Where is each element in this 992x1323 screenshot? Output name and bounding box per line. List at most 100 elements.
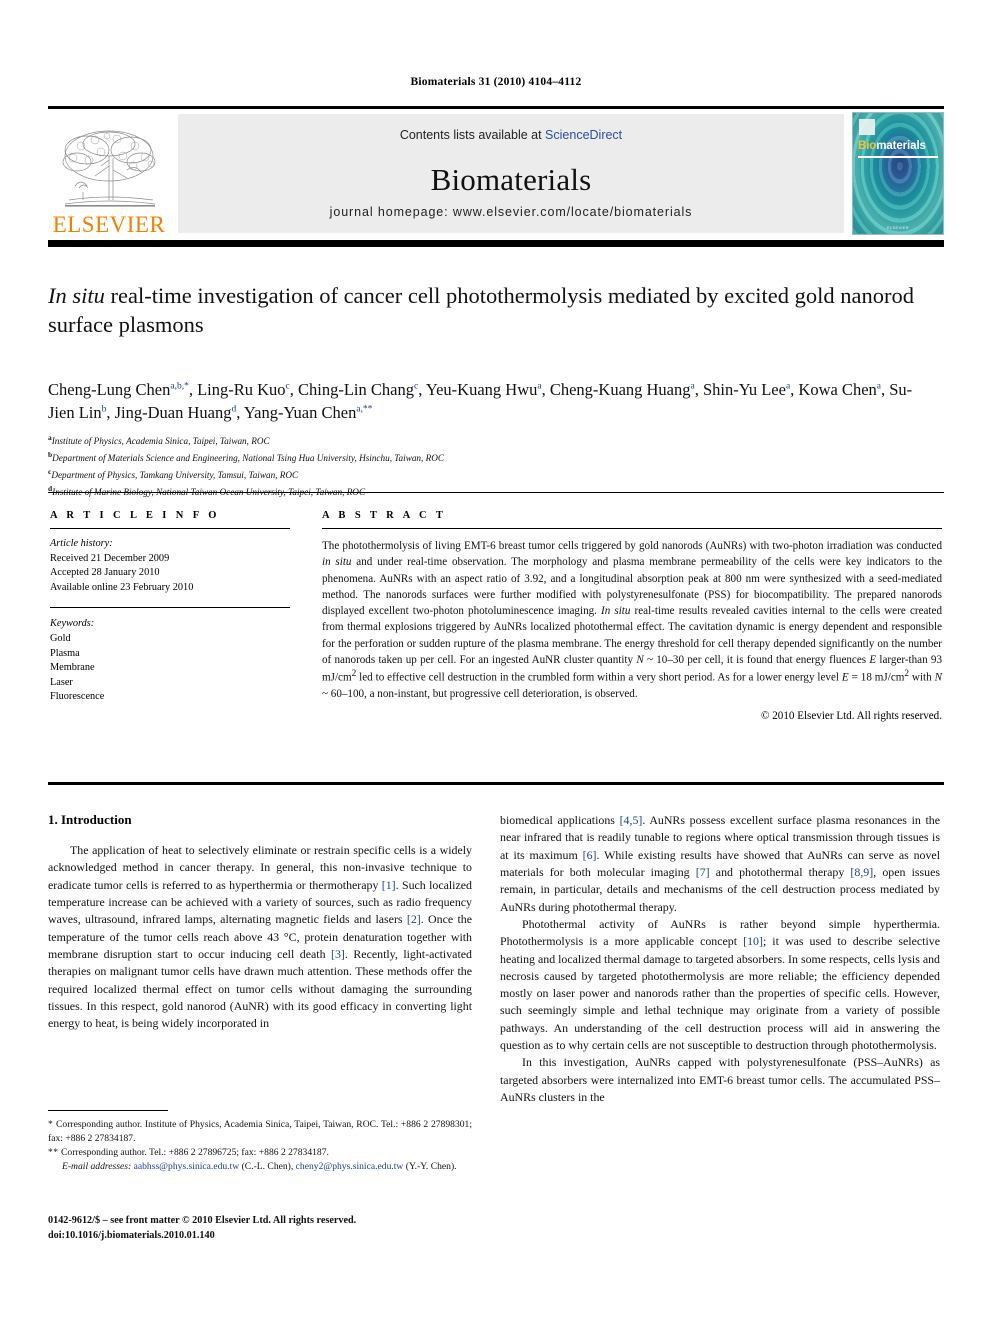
intro-paragraphs-right: biomedical applications [4,5]. AuNRs pos… (500, 812, 940, 1106)
author-affiliation-marker: a (785, 381, 791, 392)
keyword-item: Gold (50, 633, 71, 645)
author-affiliation-marker: d (231, 404, 237, 415)
article-history-block: Article history: Received 21 December 20… (50, 537, 290, 595)
author-affiliation-marker: c (285, 381, 290, 392)
author-name: Cheng-Kuang Huang (549, 380, 691, 399)
citation-link[interactable]: [1] (382, 878, 396, 892)
author-affiliation-marker: a,b,* (170, 381, 189, 392)
keyword-item: Plasma (50, 647, 80, 659)
footnote-text-2: Corresponding author. Tel.: +886 2 27896… (58, 1146, 329, 1158)
abstract-column: A B S T R A C T The photothermolysis of … (322, 510, 942, 722)
journal-homepage-line[interactable]: journal homepage: www.elsevier.com/locat… (178, 205, 844, 219)
abstract-band-bottom-rule (48, 782, 944, 785)
body-paragraph: The application of heat to selectively e… (48, 843, 472, 1031)
citation-link[interactable]: [8,9] (850, 865, 873, 879)
footnote-rule (48, 1110, 168, 1111)
abstract-italic: E (841, 671, 849, 684)
keyword-item: Laser (50, 676, 73, 688)
footnote-text-1: Corresponding author. Institute of Physi… (48, 1119, 472, 1144)
article-info-heading: A R T I C L E I N F O (50, 510, 220, 521)
abstract-italic: E (869, 653, 877, 666)
elsevier-wordmark: ELSEVIER (52, 212, 166, 237)
journal-article-page: Biomaterials 31 (2010) 4104–4112 ELSEVIE… (0, 0, 992, 1323)
title-rest: real-time investigation of cancer cell p… (48, 283, 915, 337)
history-item: Received 21 December 2009 (50, 552, 170, 564)
author-name: Ching-Lin Chang (298, 380, 414, 399)
intro-paragraphs-left: The application of heat to selectively e… (48, 842, 472, 1032)
body-paragraph: biomedical applications [4,5]. AuNRs pos… (500, 813, 941, 914)
author-affiliation-marker: a (690, 381, 695, 392)
keywords-block: Keywords: Gold Plasma Membrane Laser Flu… (50, 617, 290, 705)
citation-link[interactable]: [10] (743, 934, 763, 948)
footnote-corresponding-author-2: ** Corresponding author. Tel.: +886 2 27… (48, 1146, 472, 1160)
journal-title: Biomaterials (430, 162, 592, 197)
abstract-text: The photothermolysis of living EMT-6 bre… (322, 540, 943, 700)
abstract-italic: In situ (601, 605, 631, 617)
abstract-band-top-rule (48, 492, 944, 493)
email-addresses-label: E-mail addresses: (62, 1160, 132, 1172)
cover-title: Biomaterials (858, 140, 926, 152)
abstract-heading: A B S T R A C T (322, 510, 447, 521)
abstract-italic: N (934, 671, 942, 684)
masthead-bottom-rule (48, 240, 944, 247)
contents-prefix: Contents lists available at (399, 128, 546, 142)
imprint-issn-line: 0142-9612/$ – see front matter © 2010 El… (48, 1215, 357, 1226)
abstract-rule (322, 528, 942, 529)
footnote-emails: E-mail addresses: aabhss@phys.sinica.edu… (48, 1160, 472, 1174)
abstract-italic: in situ (322, 556, 352, 569)
article-info-rule (50, 528, 290, 529)
journal-masthead: ELSEVIER Contents lists available at Sci… (48, 106, 944, 238)
affiliation-item: cDepartment of Physics, Tamkang Universi… (48, 466, 299, 480)
keywords-label: Keywords: (50, 618, 95, 630)
author-list: Cheng-Lung Chena,b,*, Ling-Ru Kuoc, Chin… (48, 380, 913, 423)
abstract-copyright: © 2010 Elsevier Ltd. All rights reserved… (761, 710, 942, 723)
author-name: Cheng-Lung Chen (48, 380, 171, 399)
history-item: Available online 23 February 2010 (50, 581, 194, 593)
affiliation-marker: c (48, 466, 52, 476)
author-name: Yang-Yuan Chen (243, 403, 357, 423)
history-item: Accepted 28 January 2010 (50, 567, 160, 579)
keyword-item: Membrane (50, 662, 95, 674)
email-link-1[interactable]: aabhss@phys.sinica.edu.tw (134, 1161, 240, 1172)
footnote-corresponding-author-1: * Corresponding author. Institute of Phy… (48, 1118, 472, 1146)
cover-title-bio: Bio (858, 140, 877, 152)
journal-header-panel: Contents lists available at ScienceDirec… (178, 114, 844, 233)
section-title-introduction: 1. Introduction (48, 812, 132, 827)
email-link-2[interactable]: cheny2@phys.sinica.edu.tw (296, 1161, 404, 1172)
affiliation-marker: b (48, 449, 53, 459)
affiliation-item: aInstitute of Physics, Academia Sinica, … (48, 433, 270, 447)
citation-link[interactable]: [6] (583, 848, 597, 862)
title-italic-part: In situ (48, 283, 105, 308)
author-affiliation-marker: a (876, 381, 881, 392)
citation-link[interactable]: [2] (407, 912, 421, 926)
sciencedirect-link[interactable]: ScienceDirect (545, 128, 622, 142)
author-name: Kowa Chen (798, 380, 877, 399)
citation-link[interactable]: [7] (696, 865, 710, 879)
cover-footer-text: ELSEVIER (887, 225, 909, 230)
author-name: Shin-Yu Lee (702, 380, 786, 399)
body-paragraph: In this investigation, AuNRs capped with… (500, 1055, 940, 1104)
abstract-italic: N (636, 653, 644, 666)
page-title: In situ real-time investigation of cance… (48, 282, 938, 340)
citation-link[interactable]: [3] (331, 947, 345, 961)
footnote-area: * Corresponding author. Institute of Phy… (48, 1110, 472, 1174)
keyword-item: Fluorescence (50, 691, 105, 703)
imprint-doi-line: doi:10.1016/j.biomaterials.2010.01.140 (48, 1230, 215, 1242)
affiliation-list: aInstitute of Physics, Academia Sinica, … (48, 432, 938, 500)
journal-cover-thumbnail: Biomaterials ELSEVIER (852, 112, 944, 235)
running-head: Biomaterials 31 (2010) 4104–4112 (410, 76, 582, 88)
citation-link[interactable]: [4,5] (620, 813, 643, 827)
author-affiliation-marker: a,** (356, 404, 373, 415)
affiliation-item: bDepartment of Materials Science and Eng… (48, 449, 444, 464)
author-name: Jing-Duan Huang (114, 403, 232, 423)
elsevier-logo: ELSEVIER (48, 109, 170, 238)
body-paragraph: Photothermal activity of AuNRs is rather… (500, 916, 940, 1053)
author-affiliation-marker: b (101, 404, 107, 415)
cover-underline (858, 156, 938, 158)
affiliation-marker: a (48, 433, 52, 442)
cover-elsevier-icon (859, 119, 875, 135)
author-name: Ling-Ru Kuo (197, 380, 286, 399)
author-name: Yeu-Kuang Hwu (425, 380, 538, 399)
imprint-block: 0142-9612/$ – see front matter © 2010 El… (48, 1213, 488, 1244)
footnote-mark-2: ** (48, 1146, 59, 1158)
